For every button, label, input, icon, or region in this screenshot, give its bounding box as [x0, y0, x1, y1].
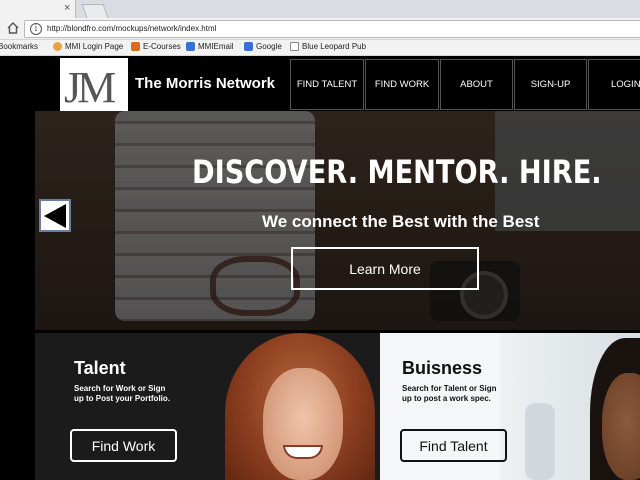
hero-heading: DISCOVER. MENTOR. HIRE.	[192, 153, 602, 191]
tab-close-icon[interactable]: ×	[64, 2, 70, 14]
browser-toolbar: i http://blondfro.com/mockups/network/in…	[0, 18, 640, 40]
talent-description-line: Search for Work or Sign	[74, 384, 166, 393]
find-talent-button[interactable]: Find Talent	[400, 429, 507, 462]
address-bar[interactable]: i http://blondfro.com/mockups/network/in…	[24, 20, 640, 38]
nav-sign-up[interactable]: SIGN-UP	[514, 59, 587, 110]
hero-subheading: We connect the Best with the Best	[262, 212, 540, 231]
home-icon[interactable]	[6, 21, 20, 35]
bookmark-label: E-Courses	[143, 42, 181, 51]
nav-about[interactable]: ABOUT	[440, 59, 513, 110]
bookmark-label: Blue Leopard Pub	[302, 42, 367, 51]
talent-description-line: up to Post your Portfolio.	[74, 394, 170, 403]
talent-heading: Talent	[74, 358, 126, 378]
bookmark-mmi-login[interactable]: MMI Login Page	[53, 42, 123, 51]
active-tab[interactable]: ×	[0, 0, 76, 18]
bookmark-blue-leopard[interactable]: Blue Leopard Pub	[290, 42, 366, 51]
page-icon	[290, 42, 299, 51]
bookmark-label: Bookmarks	[0, 42, 39, 51]
left-arrow-icon	[44, 203, 66, 228]
bookmarks-bar: Bookmarks MMI Login Page E-Courses MMIEm…	[0, 40, 640, 56]
bookmark-mmiemail[interactable]: MMIEmail	[186, 42, 234, 51]
logo-text: JM	[64, 63, 116, 112]
bookmark-label: Google	[256, 42, 282, 51]
new-tab-button[interactable]	[81, 4, 109, 18]
business-description-line: up to post a work spec.	[402, 394, 491, 403]
business-photo-face	[602, 373, 640, 480]
find-work-button[interactable]: Find Work	[70, 429, 177, 462]
url-text[interactable]: http://blondfro.com/mockups/network/inde…	[47, 24, 216, 33]
business-description: Search for Talent or Sign up to post a w…	[402, 384, 522, 404]
tab-strip: ×	[0, 0, 640, 18]
nav-login[interactable]: LOGIN	[588, 59, 640, 110]
nav-find-work[interactable]: FIND WORK	[365, 59, 439, 110]
google-icon	[244, 42, 253, 51]
info-icon[interactable]: i	[30, 23, 42, 35]
bookmark-google[interactable]: Google	[244, 42, 282, 51]
learn-more-button[interactable]: Learn More	[291, 247, 479, 290]
carousel-prev-button[interactable]	[39, 199, 71, 232]
ecourses-icon	[131, 42, 140, 51]
mail-icon	[186, 42, 195, 51]
bookmark-bookmarks[interactable]: Bookmarks	[0, 42, 38, 51]
business-description-line: Search for Talent or Sign	[402, 384, 497, 393]
talent-description: Search for Work or Sign up to Post your …	[74, 384, 194, 404]
nav-find-talent[interactable]: FIND TALENT	[290, 59, 364, 110]
bookmark-label: MMIEmail	[198, 42, 234, 51]
bookmark-ecourses[interactable]: E-Courses	[131, 42, 181, 51]
globe-icon	[53, 42, 62, 51]
bookmark-label: MMI Login Page	[65, 42, 124, 51]
talent-photo-face	[263, 368, 343, 480]
business-heading: Buisness	[402, 358, 483, 378]
site-title[interactable]: The Morris Network	[135, 75, 275, 92]
business-photo-blur	[525, 403, 555, 480]
site-logo[interactable]: JM	[60, 58, 128, 112]
